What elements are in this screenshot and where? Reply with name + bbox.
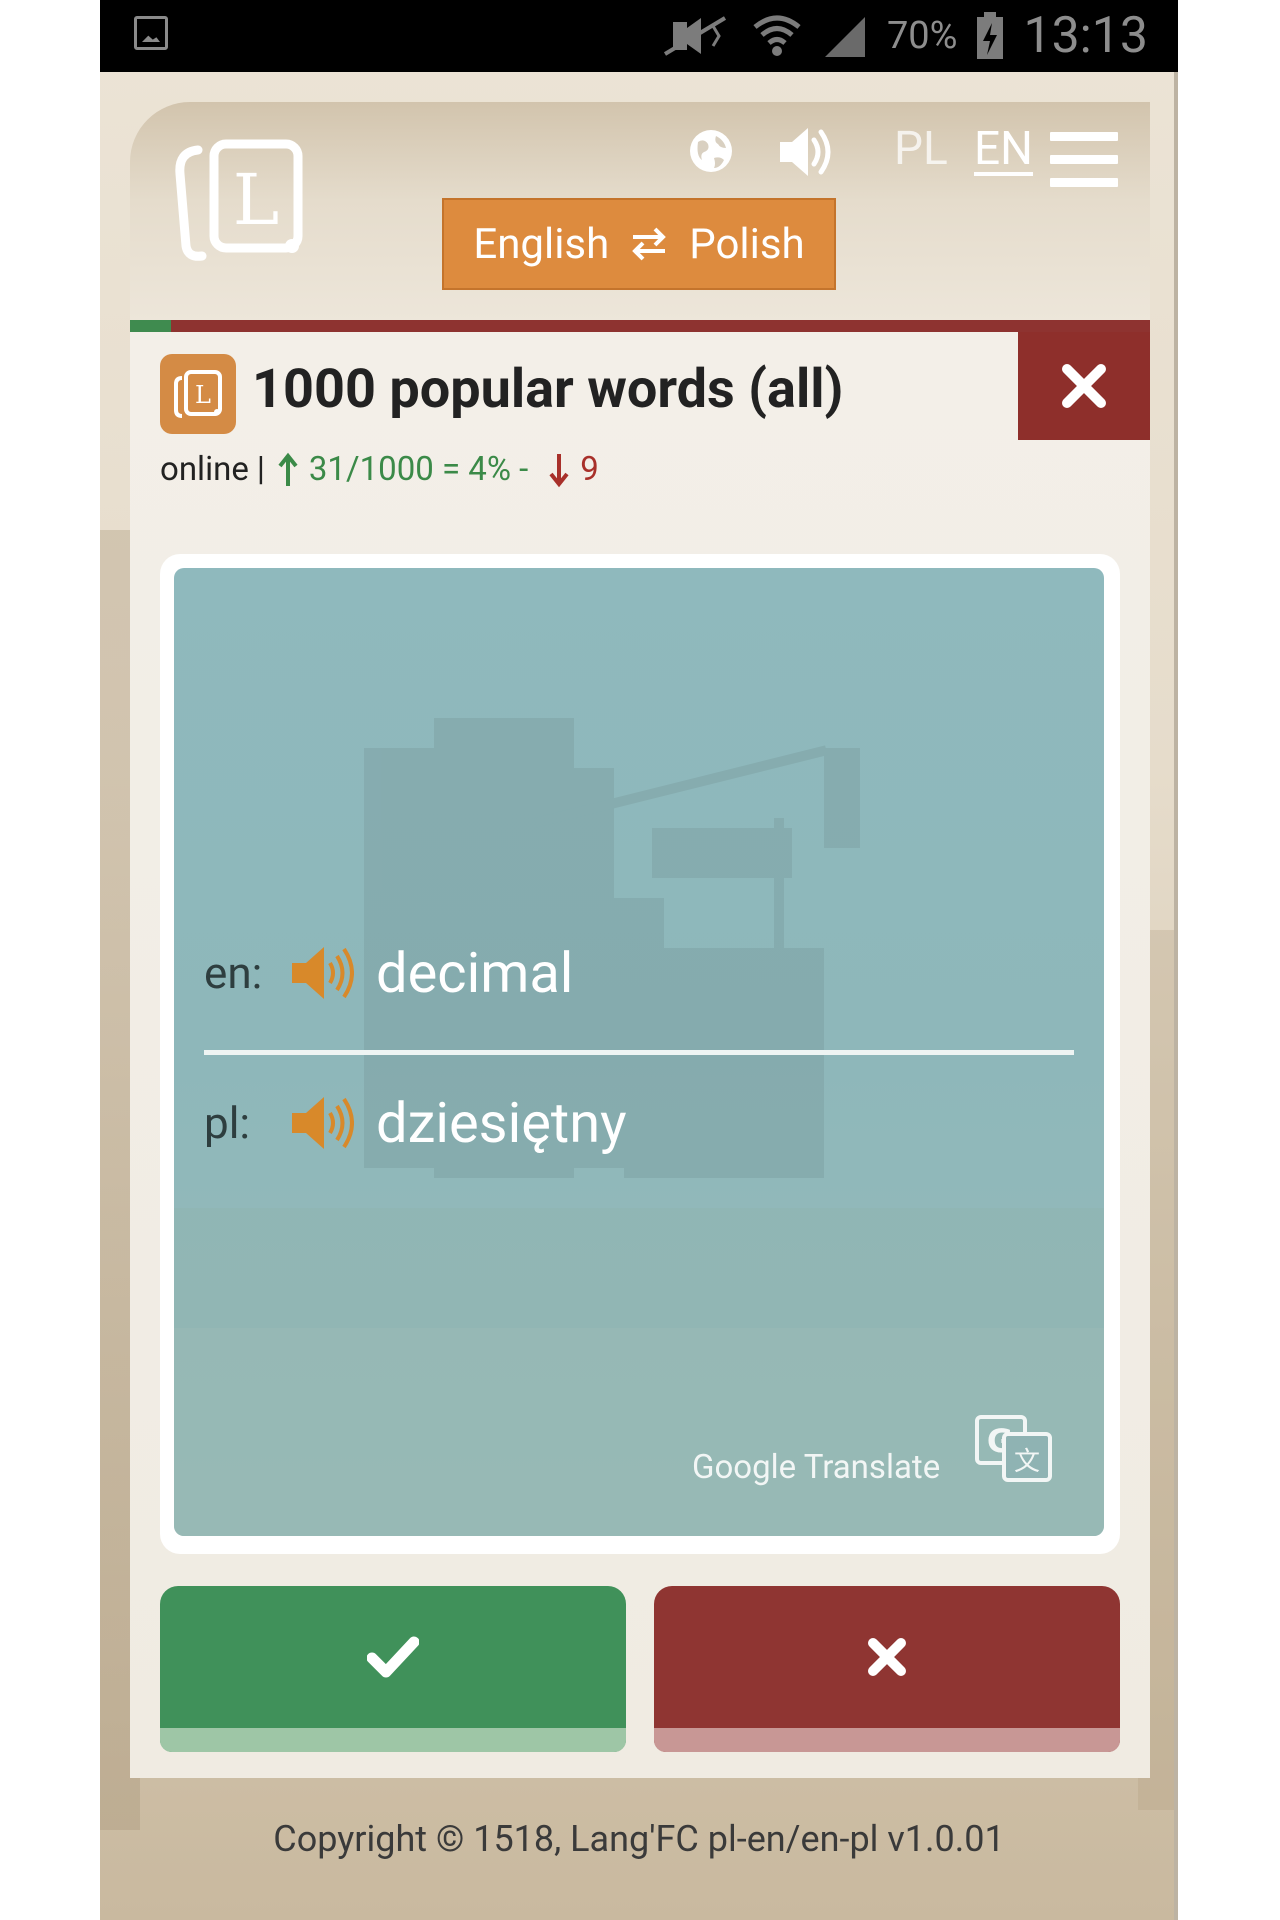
- deck-panel: L 1000 popular words (all) online | 31/1…: [130, 332, 1150, 1778]
- stats-separator: |: [256, 450, 265, 489]
- english-word: decimal: [376, 940, 574, 1006]
- hamburger-menu-icon[interactable]: [1050, 132, 1118, 192]
- app-logo: L: [175, 139, 303, 261]
- svg-text:L: L: [195, 381, 211, 409]
- close-icon: [1062, 364, 1106, 408]
- globe-icon[interactable]: [688, 128, 734, 174]
- flashcard-frame: en: decimal pl: dziesiętny Google Transl…: [160, 554, 1120, 1554]
- status-icons: 70% 13:13: [663, 7, 1148, 65]
- speaker-icon[interactable]: [290, 1093, 354, 1153]
- card-row-en: en: decimal: [204, 940, 573, 1006]
- signal-icon: [821, 13, 869, 59]
- flashcard-deck-icon: L: [160, 354, 236, 434]
- google-translate-link[interactable]: Google Translate: [692, 1448, 940, 1487]
- app-header: L PL EN English Polish: [130, 102, 1150, 322]
- close-icon: [654, 1586, 1120, 1728]
- mode-label: online: [160, 450, 249, 489]
- card-row-pl: pl: dziesiętny: [204, 1090, 627, 1156]
- known-stat: 31/1000 = 4% -: [308, 450, 529, 489]
- card-divider: [204, 1050, 1074, 1055]
- language-switch-button[interactable]: English Polish: [442, 198, 836, 290]
- source-language: English: [473, 219, 610, 269]
- polish-word: dziesiętny: [376, 1090, 627, 1156]
- wrong-count: 9: [580, 450, 599, 489]
- deck-stats: online | 31/1000 = 4% - 9: [160, 450, 599, 489]
- speaker-icon[interactable]: [290, 943, 354, 1003]
- svg-text:文: 文: [1014, 1447, 1040, 1477]
- target-language: Polish: [689, 219, 805, 269]
- sound-icon[interactable]: [778, 126, 832, 178]
- screen-edge: [1174, 70, 1178, 1920]
- correct-button[interactable]: [160, 1586, 626, 1752]
- row-label: pl:: [204, 1097, 251, 1149]
- arrow-down-icon: [549, 453, 569, 487]
- mute-vibrate-icon: [663, 14, 733, 58]
- wifi-icon: [751, 11, 803, 61]
- google-translate-icon[interactable]: G 文: [974, 1414, 1054, 1484]
- battery-percent: 70%: [886, 14, 958, 58]
- close-deck-button[interactable]: [1018, 332, 1150, 440]
- progress-bar: [130, 320, 1150, 332]
- gallery-icon: [134, 16, 168, 50]
- progress-fill: [130, 320, 171, 332]
- wrong-button[interactable]: [654, 1586, 1120, 1752]
- button-bottom-strip: [160, 1728, 626, 1752]
- status-bar: 70% 13:13: [100, 0, 1178, 72]
- deck-title: 1000 popular words (all): [252, 358, 844, 421]
- svg-text:L: L: [233, 159, 279, 241]
- flashcard[interactable]: en: decimal pl: dziesiętny Google Transl…: [174, 568, 1104, 1536]
- lang-pl-link[interactable]: PL: [894, 122, 948, 176]
- arrow-up-icon: [278, 452, 298, 486]
- button-bottom-strip: [654, 1728, 1120, 1752]
- battery-charging-icon: [975, 11, 1005, 61]
- check-icon: [160, 1586, 626, 1728]
- row-label: en:: [204, 947, 263, 999]
- lang-en-link[interactable]: EN: [974, 122, 1033, 176]
- copyright-footer: Copyright © 1518, Lang'FC pl-en/en-pl v1…: [273, 1818, 1005, 1860]
- clock: 13:13: [1023, 7, 1148, 65]
- swap-arrows-icon: [632, 227, 667, 261]
- app-screen: 70% 13:13 L PL EN English Polish L 1000 …: [100, 0, 1178, 1920]
